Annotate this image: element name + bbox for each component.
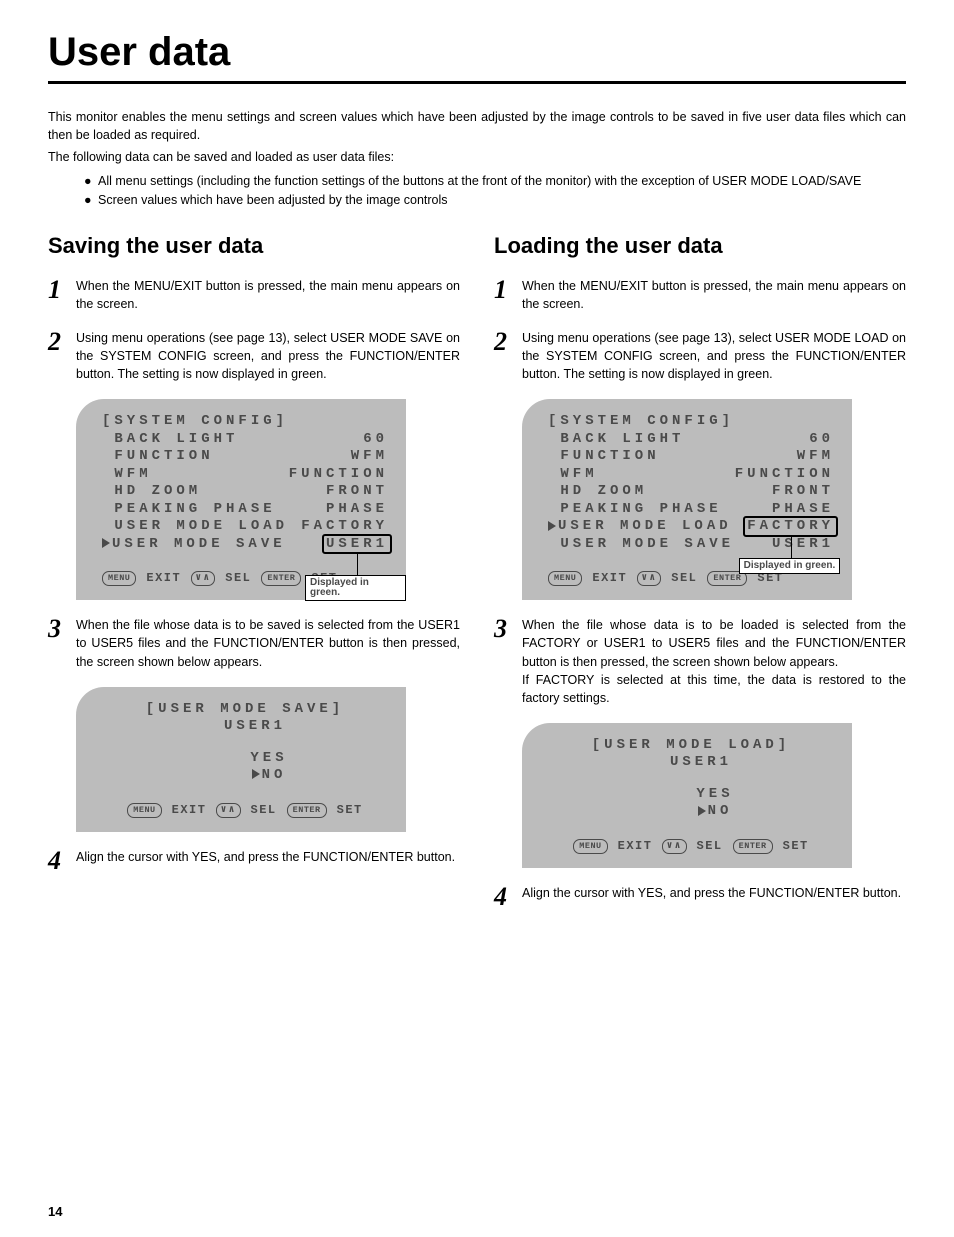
bullet-text: All menu settings (including the functio…	[98, 172, 861, 190]
step-number: 3	[494, 616, 522, 707]
bullet-icon: ●	[84, 172, 98, 190]
load-step-2: 2 Using menu operations (see page 13), s…	[494, 329, 906, 383]
step-number: 4	[48, 848, 76, 874]
step-text: When the MENU/EXIT button is pressed, th…	[76, 277, 460, 313]
step-number: 1	[494, 277, 522, 313]
save-heading: Saving the user data	[48, 233, 460, 259]
load-step-1: 1 When the MENU/EXIT button is pressed, …	[494, 277, 906, 313]
step-text: Align the cursor with YES, and press the…	[522, 884, 906, 910]
step-text-a: When the file whose data is to be loaded…	[522, 618, 906, 668]
step-text: Using menu operations (see page 13), sel…	[76, 329, 460, 383]
save-step-3: 3 When the file whose data is to be save…	[48, 616, 460, 670]
step-text: When the file whose data is to be saved …	[76, 616, 460, 670]
step-number: 3	[48, 616, 76, 670]
bullet-icon: ●	[84, 191, 98, 209]
step-number: 2	[48, 329, 76, 383]
bullet-item-2: ● Screen values which have been adjusted…	[84, 191, 906, 209]
save-step-1: 1 When the MENU/EXIT button is pressed, …	[48, 277, 460, 313]
save-osd-1: [SYSTEM CONFIG] BACK LIGHT60 FUNCTIONWFM…	[76, 399, 460, 600]
step-number: 2	[494, 329, 522, 383]
page-number: 14	[48, 1204, 62, 1219]
column-save: Saving the user data 1 When the MENU/EXI…	[48, 233, 460, 926]
step-text: When the MENU/EXIT button is pressed, th…	[522, 277, 906, 313]
bullet-item-1: ● All menu settings (including the funct…	[84, 172, 906, 190]
save-step-4: 4 Align the cursor with YES, and press t…	[48, 848, 460, 874]
bullet-text: Screen values which have been adjusted b…	[98, 191, 448, 209]
step-text: Align the cursor with YES, and press the…	[76, 848, 460, 874]
load-osd-2: [USER MODE LOAD]USER1YESNOMENUEXIT∨∧SELE…	[522, 723, 906, 868]
save-step-2: 2 Using menu operations (see page 13), s…	[48, 329, 460, 383]
step-text: Using menu operations (see page 13), sel…	[522, 329, 906, 383]
load-heading: Loading the user data	[494, 233, 906, 259]
save-osd-2: [USER MODE SAVE]USER1YESNOMENUEXIT∨∧SELE…	[76, 687, 460, 832]
intro-paragraph-1: This monitor enables the menu settings a…	[48, 108, 906, 144]
step-number: 1	[48, 277, 76, 313]
step-text-b: If FACTORY is selected at this time, the…	[522, 673, 906, 705]
step-number: 4	[494, 884, 522, 910]
column-load: Loading the user data 1 When the MENU/EX…	[494, 233, 906, 926]
load-step-4: 4 Align the cursor with YES, and press t…	[494, 884, 906, 910]
page-title: User data	[48, 30, 906, 84]
intro-paragraph-2: The following data can be saved and load…	[48, 148, 906, 166]
load-step-3: 3 When the file whose data is to be load…	[494, 616, 906, 707]
load-osd-1: [SYSTEM CONFIG] BACK LIGHT60 FUNCTIONWFM…	[522, 399, 906, 600]
step-text: When the file whose data is to be loaded…	[522, 616, 906, 707]
